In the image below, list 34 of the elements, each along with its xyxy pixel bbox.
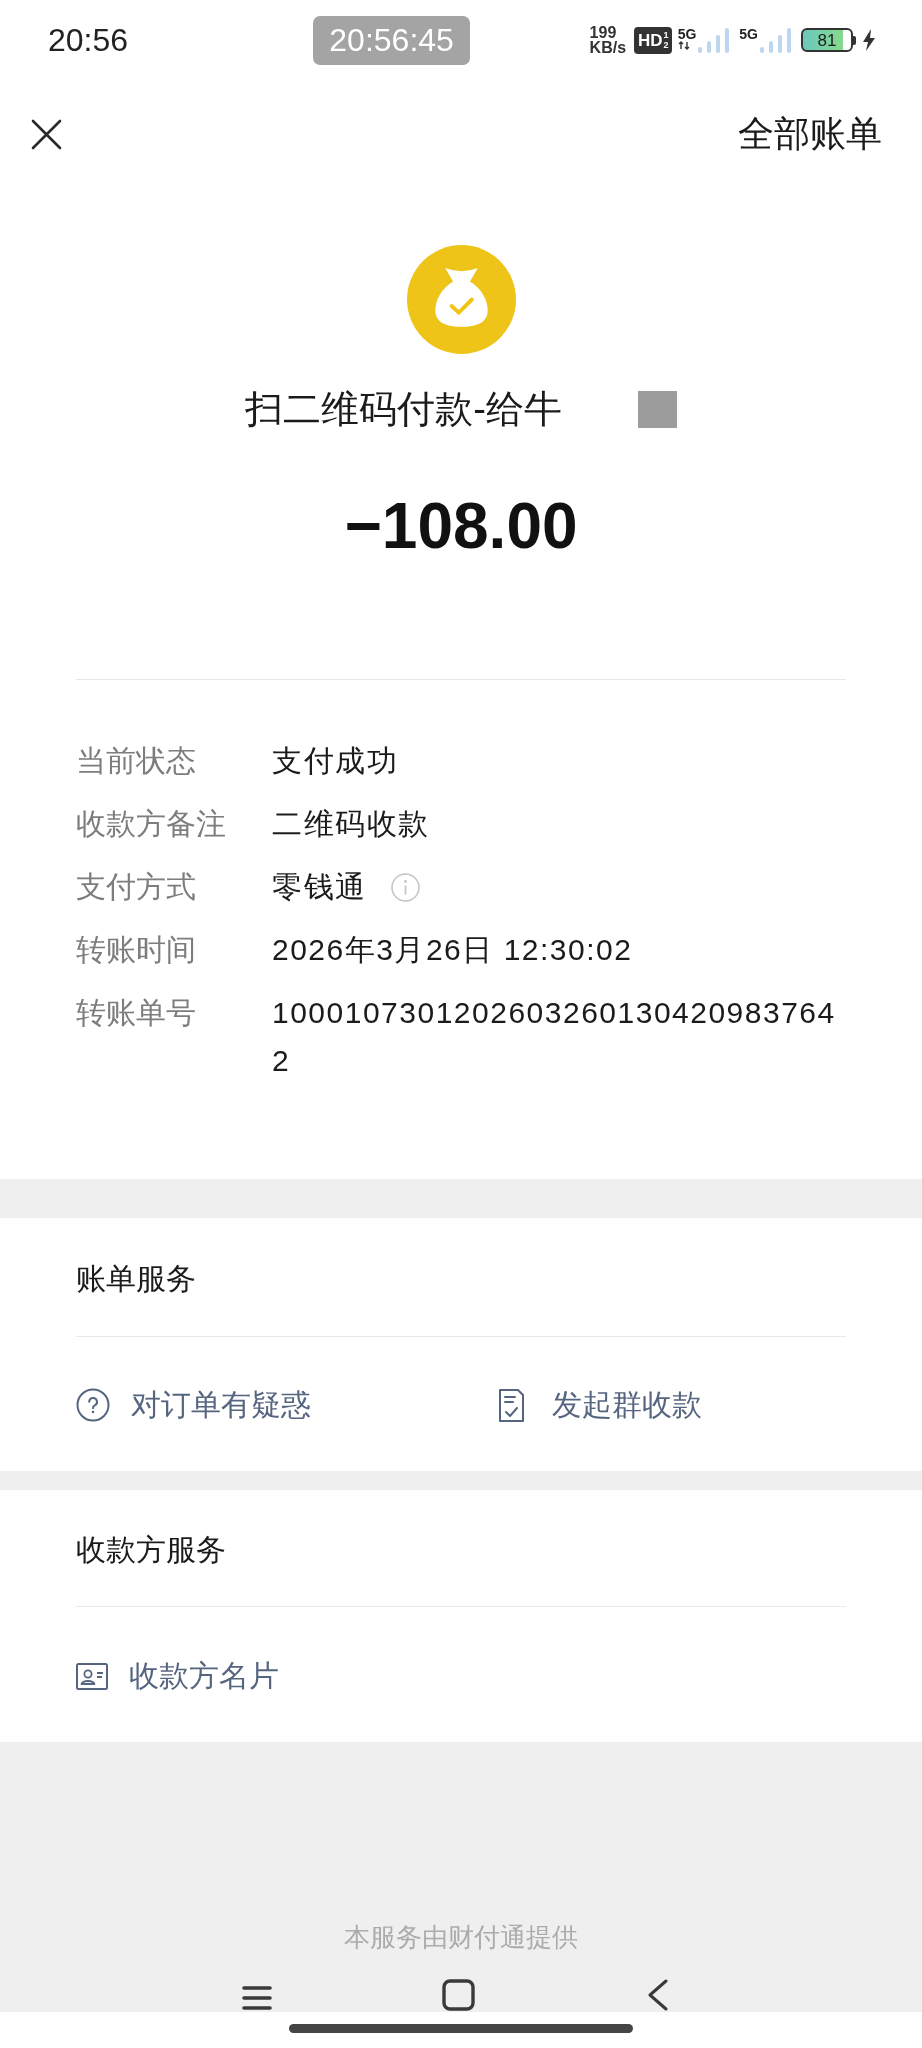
network-speed-unit: KB/s: [589, 40, 627, 55]
section-title: 账单服务: [76, 1262, 196, 1295]
network-type-label: 5G: [677, 27, 697, 41]
close-icon[interactable]: [31, 118, 62, 150]
document-check-icon: [499, 1388, 524, 1422]
service-link[interactable]: 对订单有疑惑: [76, 1381, 311, 1429]
question-icon: [76, 1388, 110, 1422]
payment-title: 扫二维码付款-给牛: [245, 387, 562, 432]
provider-note: 本服务由财付通提供: [344, 1921, 578, 1954]
detail-label: 当前状态: [76, 744, 196, 777]
detail-value: 2026年3月26日 12:30:02: [272, 933, 633, 966]
detail-label: 收款方备注: [76, 807, 226, 840]
detail-label: 转账时间: [76, 933, 196, 966]
battery-indicator: 81: [801, 28, 856, 52]
service-link[interactable]: 收款方名片: [76, 1652, 279, 1700]
detail-value: 零钱通: [272, 870, 367, 903]
status-time: 20:56: [48, 24, 129, 56]
service-link[interactable]: 发起群收款: [499, 1381, 702, 1429]
payment-amount: −108.00: [344, 489, 578, 564]
menu-icon[interactable]: [242, 1985, 272, 2011]
detail-value: 10001073012026032601304209837642: [272, 996, 836, 1077]
back-icon[interactable]: [647, 1979, 668, 2011]
section-title: 收款方服务: [76, 1533, 226, 1566]
money-bag-check-icon: [406, 245, 516, 354]
network-speed-value: 199: [589, 25, 618, 40]
clock-overlay: 20:56:45: [313, 15, 471, 65]
network-type-label: 5G: [739, 27, 758, 41]
home-icon[interactable]: [442, 1979, 475, 2011]
contact-card-icon: [76, 1662, 108, 1690]
detail-value: 二维码收款: [272, 807, 430, 840]
detail-label: 转账单号: [76, 996, 196, 1029]
all-bills-link[interactable]: 全部账单: [738, 112, 882, 156]
detail-value: 支付成功: [272, 744, 398, 777]
detail-label: 支付方式: [76, 870, 196, 903]
